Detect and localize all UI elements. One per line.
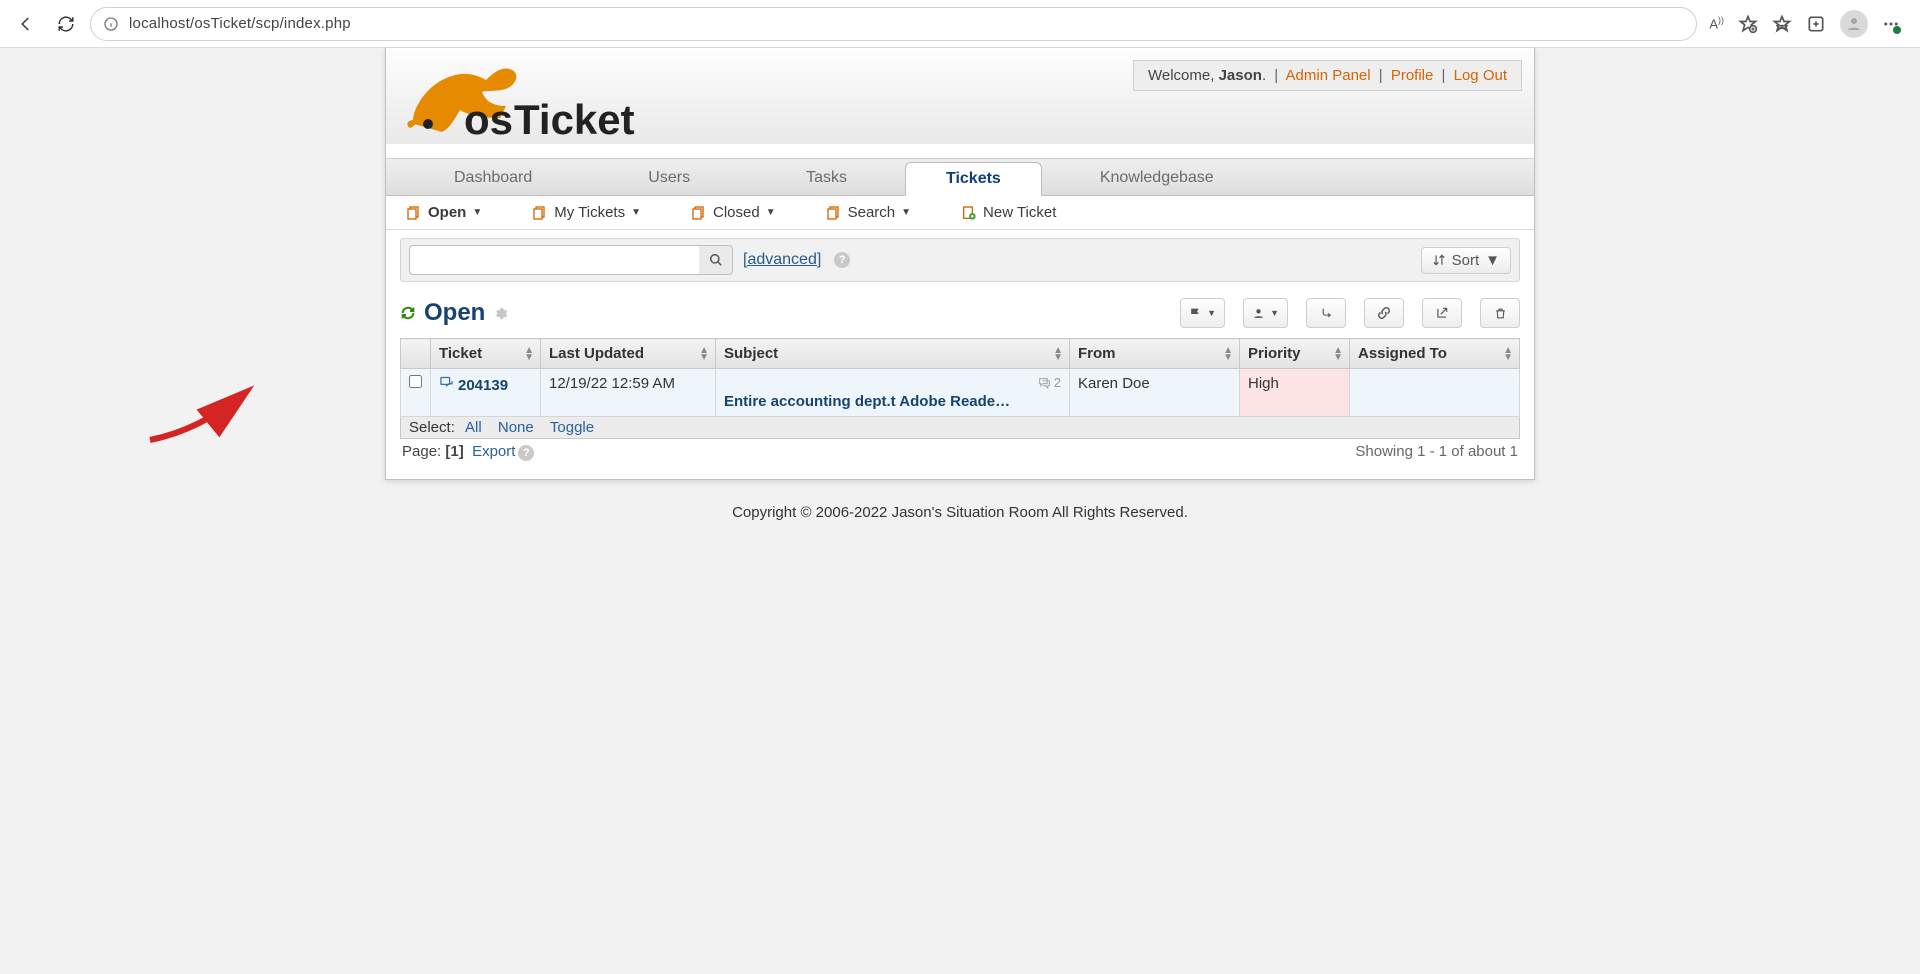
subnav-closed[interactable]: Closed▼ xyxy=(691,204,776,221)
svg-text:Ticket: Ticket xyxy=(514,96,635,143)
url-text: localhost/osTicket/scp/index.php xyxy=(129,15,351,32)
ticket-number-link[interactable]: 204139 xyxy=(458,377,508,394)
more-menu-icon[interactable] xyxy=(1882,15,1900,33)
col-subject[interactable]: Subject▲▼ xyxy=(716,339,1070,369)
caret-down-icon: ▼ xyxy=(631,207,641,218)
user-name: Jason xyxy=(1219,67,1262,84)
delete-action-button[interactable] xyxy=(1480,298,1520,328)
cell-assigned xyxy=(1350,369,1520,417)
profile-link[interactable]: Profile xyxy=(1391,67,1434,84)
select-none-link[interactable]: None xyxy=(498,419,534,436)
export-action-button[interactable] xyxy=(1422,298,1462,328)
reply-count: 2 xyxy=(1038,375,1061,390)
ticket-table: Ticket▲▼ Last Updated▲▼ Subject▲▼ From▲▼… xyxy=(400,338,1520,417)
transfer-action-button[interactable] xyxy=(1306,298,1346,328)
cell-subject[interactable]: Entire accounting dept.t Adobe Reade… 2 xyxy=(716,369,1070,417)
help-icon[interactable]: ? xyxy=(834,252,850,268)
tab-tasks[interactable]: Tasks xyxy=(748,161,905,195)
showing-text: Showing 1 - 1 of about 1 xyxy=(1355,443,1518,461)
sort-button[interactable]: Sort ▼ xyxy=(1421,247,1511,274)
col-updated[interactable]: Last Updated▲▼ xyxy=(541,339,716,369)
document-stack-icon xyxy=(691,205,707,221)
row-checkbox[interactable] xyxy=(409,375,422,388)
table-header-row: Ticket▲▼ Last Updated▲▼ Subject▲▼ From▲▼… xyxy=(401,339,1520,369)
favorites-icon[interactable] xyxy=(1772,14,1792,34)
gear-icon[interactable] xyxy=(493,306,508,321)
tab-users[interactable]: Users xyxy=(590,161,748,195)
subnav-new-ticket[interactable]: New Ticket xyxy=(961,204,1056,221)
cell-from: Karen Doe xyxy=(1070,369,1240,417)
refresh-button[interactable] xyxy=(50,8,82,40)
pagination-row: Page: [1] Export? Showing 1 - 1 of about… xyxy=(400,439,1520,465)
select-all-link[interactable]: All xyxy=(465,419,482,436)
select-row: Select: All None Toggle xyxy=(400,417,1520,439)
subnav-search[interactable]: Search▼ xyxy=(826,204,911,221)
svg-text:os: os xyxy=(464,96,513,143)
col-ticket[interactable]: Ticket▲▼ xyxy=(431,339,541,369)
favorite-add-icon[interactable] xyxy=(1738,14,1758,34)
help-icon[interactable]: ? xyxy=(518,445,534,461)
refresh-icon[interactable] xyxy=(400,305,416,321)
col-assigned[interactable]: Assigned To▲▼ xyxy=(1350,339,1520,369)
main-tabs: Dashboard Users Tasks Tickets Knowledgeb… xyxy=(386,158,1534,196)
annotation-arrow xyxy=(140,385,270,455)
document-stack-icon xyxy=(406,205,422,221)
flag-action-button[interactable]: ▼ xyxy=(1180,298,1225,328)
admin-panel-link[interactable]: Admin Panel xyxy=(1286,67,1371,84)
link-action-button[interactable] xyxy=(1364,298,1404,328)
select-toggle-link[interactable]: Toggle xyxy=(550,419,594,436)
page-current: [1] xyxy=(445,443,463,460)
content-area: Open ▼ ▼ xyxy=(386,290,1534,479)
back-button[interactable] xyxy=(10,8,42,40)
welcome-box: Welcome, Jason. | Admin Panel | Profile … xyxy=(1133,60,1522,91)
cell-priority: High xyxy=(1240,369,1350,417)
caret-down-icon: ▼ xyxy=(472,207,482,218)
collections-icon[interactable] xyxy=(1806,14,1826,34)
app-container: Welcome, Jason. | Admin Panel | Profile … xyxy=(385,48,1535,480)
browser-right-icons: A)) xyxy=(1705,10,1910,38)
export-link[interactable]: Export xyxy=(472,443,515,460)
copyright: Copyright © 2006-2022 Jason's Situation … xyxy=(0,504,1920,521)
tab-knowledgebase[interactable]: Knowledgebase xyxy=(1042,161,1272,195)
sub-nav: Open▼ My Tickets▼ Closed▼ Search▼ New Ti… xyxy=(386,196,1534,230)
welcome-text: Welcome, xyxy=(1148,67,1219,84)
tab-dashboard[interactable]: Dashboard xyxy=(396,161,590,195)
assign-action-button[interactable]: ▼ xyxy=(1243,298,1288,328)
logout-link[interactable]: Log Out xyxy=(1454,67,1507,84)
cell-updated: 12/19/22 12:59 AM xyxy=(541,369,716,417)
tab-tickets[interactable]: Tickets xyxy=(905,162,1042,196)
document-stack-icon xyxy=(532,205,548,221)
address-bar[interactable]: localhost/osTicket/scp/index.php xyxy=(90,7,1697,41)
col-from[interactable]: From▲▼ xyxy=(1070,339,1240,369)
browser-toolbar: localhost/osTicket/scp/index.php A)) xyxy=(0,0,1920,48)
app-header: Welcome, Jason. | Admin Panel | Profile … xyxy=(386,48,1534,144)
site-info-icon[interactable] xyxy=(103,16,119,32)
subnav-my-tickets[interactable]: My Tickets▼ xyxy=(532,204,641,221)
profile-avatar-icon[interactable] xyxy=(1840,10,1868,38)
caret-down-icon: ▼ xyxy=(766,207,776,218)
caret-down-icon: ▼ xyxy=(1485,252,1500,269)
col-priority[interactable]: Priority▲▼ xyxy=(1240,339,1350,369)
subnav-open[interactable]: Open▼ xyxy=(406,204,482,221)
reply-icon xyxy=(439,375,454,390)
search-button[interactable] xyxy=(699,245,733,275)
advanced-search-link[interactable]: [advanced] xyxy=(743,251,821,269)
search-input[interactable] xyxy=(409,245,699,275)
page-title: Open xyxy=(424,299,485,327)
search-row: [advanced] ? Sort ▼ xyxy=(400,238,1520,282)
read-aloud-icon[interactable]: A)) xyxy=(1709,15,1724,31)
document-plus-icon xyxy=(961,205,977,221)
document-stack-icon xyxy=(826,205,842,221)
ticket-action-bar: ▼ ▼ xyxy=(1180,298,1520,328)
caret-down-icon: ▼ xyxy=(901,207,911,218)
table-row[interactable]: 204139 12/19/22 12:59 AM Entire accounti… xyxy=(401,369,1520,417)
